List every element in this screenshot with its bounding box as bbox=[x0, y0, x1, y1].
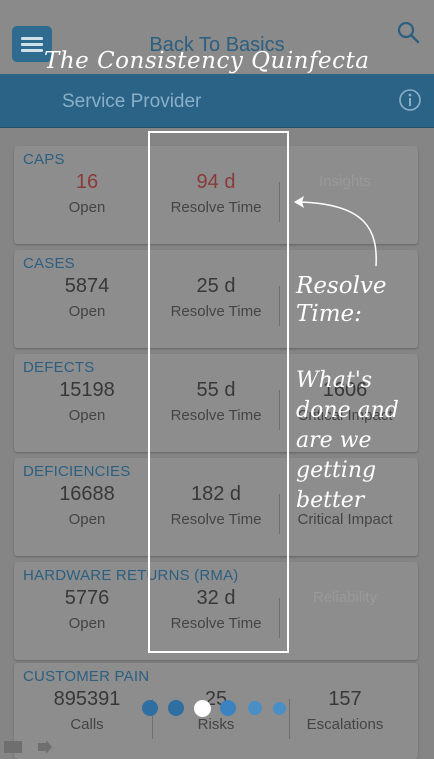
metric-value: 895391 bbox=[53, 688, 121, 710]
metric-label: Escalations bbox=[306, 716, 384, 733]
page-dot[interactable] bbox=[168, 700, 184, 716]
metric-open: 5776 Open bbox=[20, 582, 154, 634]
page-dot[interactable] bbox=[248, 701, 262, 715]
annotation-body: What's done and are we getting better bbox=[296, 368, 399, 513]
metric-label: Open bbox=[68, 303, 106, 320]
metric-label: Risks bbox=[197, 716, 235, 733]
metric-open: 16688 Open bbox=[20, 478, 154, 530]
metric-open: 5874 Open bbox=[20, 270, 154, 322]
info-icon[interactable] bbox=[398, 88, 422, 112]
metric-open: 16 Open bbox=[20, 166, 154, 218]
section-bar: Service Provider bbox=[0, 74, 434, 128]
page-dot[interactable] bbox=[142, 700, 158, 716]
metric-value: 5874 bbox=[64, 275, 110, 297]
annotation-title: Resolve Time: bbox=[296, 273, 387, 327]
metric-label: Open bbox=[68, 199, 106, 216]
page-dot[interactable] bbox=[220, 700, 236, 716]
metric-value: Insights bbox=[319, 173, 371, 190]
metric-value: Reliability bbox=[312, 589, 378, 606]
metric-calls: 895391 Calls bbox=[20, 683, 154, 735]
metric-label: Open bbox=[68, 615, 106, 632]
metric-label: Open bbox=[68, 511, 106, 528]
footer-share-icon[interactable] bbox=[4, 739, 56, 755]
metric-label: Open bbox=[68, 407, 106, 424]
metric-reliability: Reliability bbox=[278, 582, 412, 608]
metric-value: 16 bbox=[75, 171, 99, 193]
metric-value: 15198 bbox=[59, 379, 115, 401]
metric-insights: Insights bbox=[278, 166, 412, 192]
annotation-arrow-icon bbox=[294, 196, 377, 267]
overlay-heading: The Consistency Quinfecta bbox=[44, 48, 370, 74]
section-title: Service Provider bbox=[62, 91, 202, 112]
metric-value: 16688 bbox=[59, 483, 115, 505]
page-indicator bbox=[140, 700, 300, 718]
metric-label: Calls bbox=[70, 716, 104, 733]
page-dot[interactable] bbox=[273, 702, 286, 715]
search-icon[interactable] bbox=[396, 20, 420, 44]
page-dot-active[interactable] bbox=[194, 700, 211, 717]
metric-value: 5776 bbox=[64, 587, 110, 609]
resolve-time-highlight-box bbox=[148, 131, 289, 653]
metric-open: 15198 Open bbox=[20, 374, 154, 426]
